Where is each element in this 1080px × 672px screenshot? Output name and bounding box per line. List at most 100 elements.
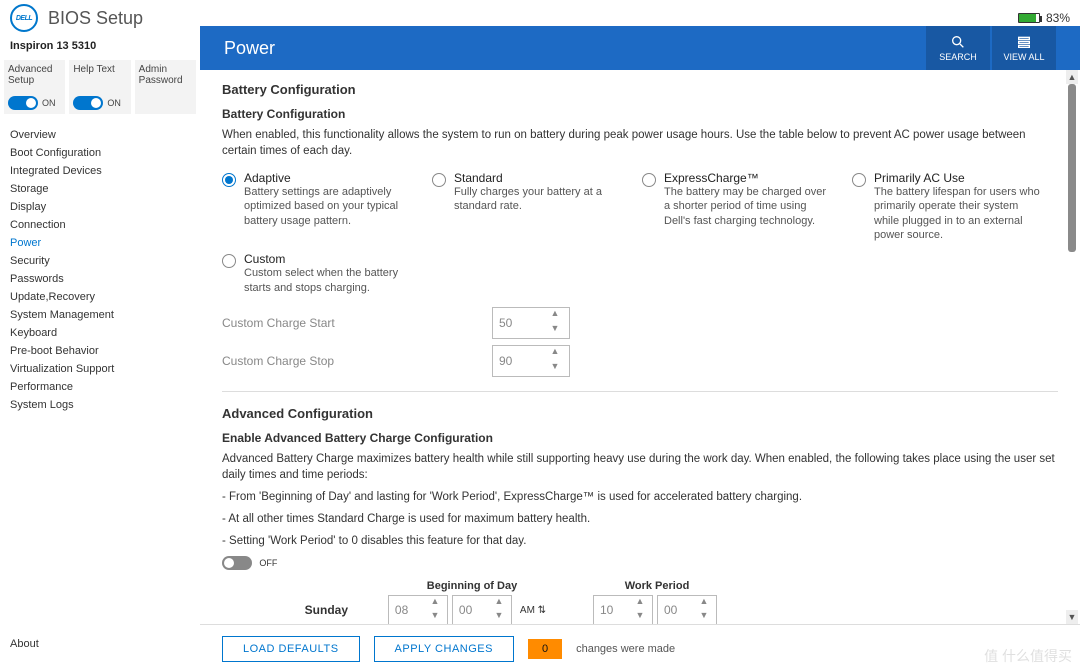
card-title: Admin Password	[139, 64, 192, 86]
time-stepper[interactable]: ▲▼	[452, 595, 512, 624]
scroll-thumb[interactable]	[1068, 84, 1076, 252]
bottom-bar: LOAD DEFAULTS APPLY CHANGES 0 changes we…	[200, 624, 1080, 672]
search-icon	[950, 34, 966, 50]
sched-head-wp: Work Period	[582, 580, 732, 592]
custom-start-label: Custom Charge Start	[222, 316, 492, 330]
nav-item-virtualization-support[interactable]: Virtualization Support	[10, 360, 190, 378]
step-down-icon[interactable]: ▼	[423, 610, 447, 624]
card-toggle[interactable]	[73, 96, 103, 110]
search-button[interactable]: SEARCH	[926, 26, 990, 70]
scrollbar[interactable]: ▲ ▼	[1066, 70, 1078, 624]
advanced-b2: - At all other times Standard Charge is …	[222, 511, 1058, 527]
radio-icon[interactable]	[432, 173, 446, 187]
scroll-down-icon[interactable]: ▼	[1066, 610, 1078, 624]
step-down-icon[interactable]: ▼	[543, 361, 567, 376]
step-up-icon[interactable]: ▲	[487, 596, 511, 610]
step-down-icon[interactable]: ▼	[692, 610, 716, 624]
section-title: Power	[224, 38, 275, 59]
load-defaults-button[interactable]: LOAD DEFAULTS	[222, 636, 360, 662]
setup-card[interactable]: Advanced SetupON	[4, 60, 65, 114]
radio-title: Standard	[454, 171, 622, 185]
time-stepper[interactable]: ▲▼	[593, 595, 653, 624]
nav-item-power[interactable]: Power	[10, 234, 190, 252]
setup-card[interactable]: Help Text ON	[69, 60, 130, 114]
changes-text: changes were made	[576, 643, 675, 655]
step-up-icon[interactable]: ▲	[423, 596, 447, 610]
radio-icon[interactable]	[222, 173, 236, 187]
advanced-b1: - From 'Beginning of Day' and lasting fo…	[222, 489, 1058, 505]
viewall-button[interactable]: VIEW ALL	[992, 26, 1056, 70]
step-down-icon[interactable]: ▼	[487, 610, 511, 624]
nav-item-overview[interactable]: Overview	[10, 126, 190, 144]
advanced-heading: Advanced Configuration	[222, 406, 1058, 421]
nav-item-system-logs[interactable]: System Logs	[10, 396, 190, 414]
time-stepper[interactable]: ▲▼	[657, 595, 717, 624]
nav-item-boot-configuration[interactable]: Boot Configuration	[10, 144, 190, 162]
sched-head-bod: Beginning of Day	[362, 580, 582, 592]
step-up-icon[interactable]: ▲	[543, 308, 567, 323]
main-area: Power SEARCH VIEW ALL Battery Configurat…	[200, 26, 1080, 624]
radio-desc: The battery lifespan for users who prima…	[874, 185, 1042, 242]
radio-desc: The battery may be charged over a shorte…	[664, 185, 832, 228]
nav-item-system-management[interactable]: System Management	[10, 306, 190, 324]
apply-changes-button[interactable]: APPLY CHANGES	[374, 636, 514, 662]
step-up-icon[interactable]: ▲	[692, 596, 716, 610]
radio-option-primarily-ac-use[interactable]: Primarily AC Use The battery lifespan fo…	[852, 171, 1042, 242]
custom-stop-label: Custom Charge Stop	[222, 354, 492, 368]
radio-icon[interactable]	[852, 173, 866, 187]
content-scroll[interactable]: Battery Configuration Battery Configurat…	[200, 70, 1080, 624]
battery-icon	[1018, 13, 1040, 23]
radio-icon[interactable]	[642, 173, 656, 187]
custom-stop-stepper[interactable]: ▲▼	[492, 345, 570, 377]
schedule-row: Sunday ▲▼▲▼AM ⇅ ▲▼▲▼	[222, 595, 1058, 624]
radio-title: Primarily AC Use	[874, 171, 1042, 185]
battery-config-heading: Battery Configuration	[222, 82, 1058, 97]
nav-item-passwords[interactable]: Passwords	[10, 270, 190, 288]
radio-icon[interactable]	[222, 254, 236, 268]
radio-desc: Battery settings are adaptively optimize…	[244, 185, 412, 228]
nav-item-integrated-devices[interactable]: Integrated Devices	[10, 162, 190, 180]
radio-option-standard[interactable]: Standard Fully charges your battery at a…	[432, 171, 622, 242]
nav-item-security[interactable]: Security	[10, 252, 190, 270]
divider	[222, 391, 1058, 392]
card-toggle[interactable]	[8, 96, 38, 110]
nav-item-update-recovery[interactable]: Update,Recovery	[10, 288, 190, 306]
time-input[interactable]	[453, 596, 487, 624]
step-up-icon[interactable]: ▲	[628, 596, 652, 610]
scroll-up-icon[interactable]: ▲	[1066, 70, 1078, 84]
time-input[interactable]	[594, 596, 628, 624]
radio-title: Adaptive	[244, 171, 412, 185]
time-input[interactable]	[658, 596, 692, 624]
dell-logo: DELL	[10, 4, 38, 32]
nav-item-performance[interactable]: Performance	[10, 378, 190, 396]
time-input[interactable]	[389, 596, 423, 624]
left-panel: Advanced SetupON Help Text ON Admin Passwor…	[0, 56, 200, 422]
radio-title: ExpressCharge™	[664, 171, 832, 185]
radio-desc: Fully charges your battery at a standard…	[454, 185, 622, 214]
nav-item-keyboard[interactable]: Keyboard	[10, 324, 190, 342]
step-up-icon[interactable]: ▲	[543, 346, 567, 361]
setup-card[interactable]: Admin Password	[135, 60, 196, 114]
radio-title: Custom	[244, 252, 412, 266]
custom-start-input[interactable]	[493, 308, 543, 338]
nav-item-storage[interactable]: Storage	[10, 180, 190, 198]
advanced-toggle[interactable]	[222, 556, 252, 570]
time-stepper[interactable]: ▲▼	[388, 595, 448, 624]
radio-option-adaptive[interactable]: Adaptive Battery settings are adaptively…	[222, 171, 412, 242]
nav-item-connection[interactable]: Connection	[10, 216, 190, 234]
step-down-icon[interactable]: ▼	[543, 323, 567, 338]
custom-stop-input[interactable]	[493, 346, 543, 376]
section-header: Power SEARCH VIEW ALL	[200, 26, 1080, 70]
nav-item-pre-boot-behavior[interactable]: Pre-boot Behavior	[10, 342, 190, 360]
about-link[interactable]: About	[10, 638, 39, 650]
radio-desc: Custom select when the battery starts an…	[244, 266, 412, 295]
ampm-label[interactable]: AM ⇅	[520, 605, 546, 616]
card-title: Help Text	[73, 64, 126, 75]
card-toggle-label: ON	[42, 98, 56, 108]
step-down-icon[interactable]: ▼	[628, 610, 652, 624]
card-toggle-label: ON	[107, 98, 121, 108]
radio-option-custom[interactable]: Custom Custom select when the battery st…	[222, 252, 412, 295]
custom-start-stepper[interactable]: ▲▼	[492, 307, 570, 339]
radio-option-expresscharge-[interactable]: ExpressCharge™ The battery may be charge…	[642, 171, 832, 242]
nav-item-display[interactable]: Display	[10, 198, 190, 216]
